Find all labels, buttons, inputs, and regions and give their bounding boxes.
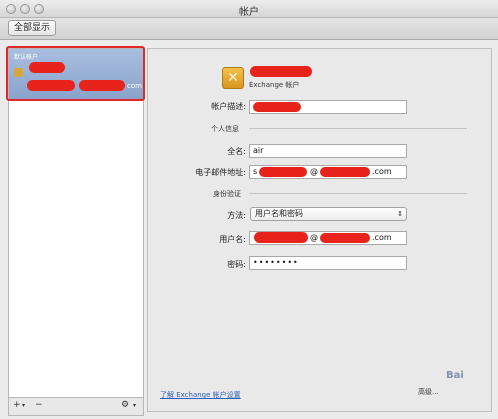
redacted-email-domain <box>320 167 370 177</box>
username-value-at: @ <box>310 233 318 242</box>
method-label: 方法: <box>227 211 246 220</box>
title-bar: 帐户 <box>0 0 498 18</box>
email-value-suffix: .com <box>372 167 392 176</box>
redacted-account-title <box>250 66 312 77</box>
authentication-separator <box>249 193 467 194</box>
email-label: 电子邮件地址: <box>195 168 246 177</box>
account-type: Exchange 帐户 <box>249 81 300 89</box>
account-list-footer: + ▾ − ⚙ ▾ <box>8 398 144 416</box>
exchange-logo-icon: ✕ <box>222 67 244 89</box>
username-value-suffix: .com <box>372 233 392 242</box>
full-name-value: air <box>253 146 264 155</box>
username-field[interactable]: @ .com <box>249 231 407 245</box>
accounts-window: 帐户 全部显示 默认帐户 com + ▾ − ⚙ ▾ ✕ Exchange 帐户… <box>0 0 498 419</box>
show-all-button[interactable]: 全部显示 <box>8 20 56 36</box>
redacted-username-domain <box>320 233 370 243</box>
redacted-username <box>254 232 308 243</box>
auth-method-value: 用户名和密码 <box>255 209 303 218</box>
learn-exchange-settings-link[interactable]: 了解 Exchange 帐户设置 <box>160 390 241 400</box>
username-label: 用户名: <box>219 235 246 244</box>
redacted-email-user <box>259 167 307 177</box>
password-value: •••••••• <box>253 258 299 267</box>
advanced-button[interactable]: 高级... <box>418 387 439 397</box>
authentication-section-title: 身份验证 <box>213 190 241 198</box>
add-account-button[interactable]: + <box>13 400 21 410</box>
email-field[interactable]: s @ .com <box>249 165 407 179</box>
remove-account-button[interactable]: − <box>35 400 43 410</box>
gear-menu-chevron-icon[interactable]: ▾ <box>133 402 136 409</box>
redacted-description <box>253 102 301 112</box>
full-name-label: 全名: <box>227 147 246 156</box>
toolbar: 全部显示 <box>0 18 498 40</box>
password-field[interactable]: •••••••• <box>249 256 407 270</box>
add-menu-chevron-icon[interactable]: ▾ <box>22 402 25 409</box>
gear-icon[interactable]: ⚙ <box>121 400 129 410</box>
description-field[interactable] <box>249 100 407 114</box>
highlight-frame <box>6 46 145 101</box>
personal-info-separator <box>249 128 467 129</box>
personal-info-section-title: 个人信息 <box>211 125 239 133</box>
password-label: 密码: <box>227 260 246 269</box>
description-label: 帐户描述: <box>211 102 246 111</box>
full-name-field[interactable]: air <box>249 144 407 158</box>
select-arrows-icon: ⇕ <box>397 210 403 218</box>
watermark: Bai <box>446 370 464 381</box>
window-title: 帐户 <box>239 7 259 18</box>
email-value-at: @ <box>310 167 318 176</box>
email-value-prefix: s <box>253 167 258 176</box>
auth-method-select[interactable]: 用户名和密码 ⇕ <box>250 207 407 221</box>
